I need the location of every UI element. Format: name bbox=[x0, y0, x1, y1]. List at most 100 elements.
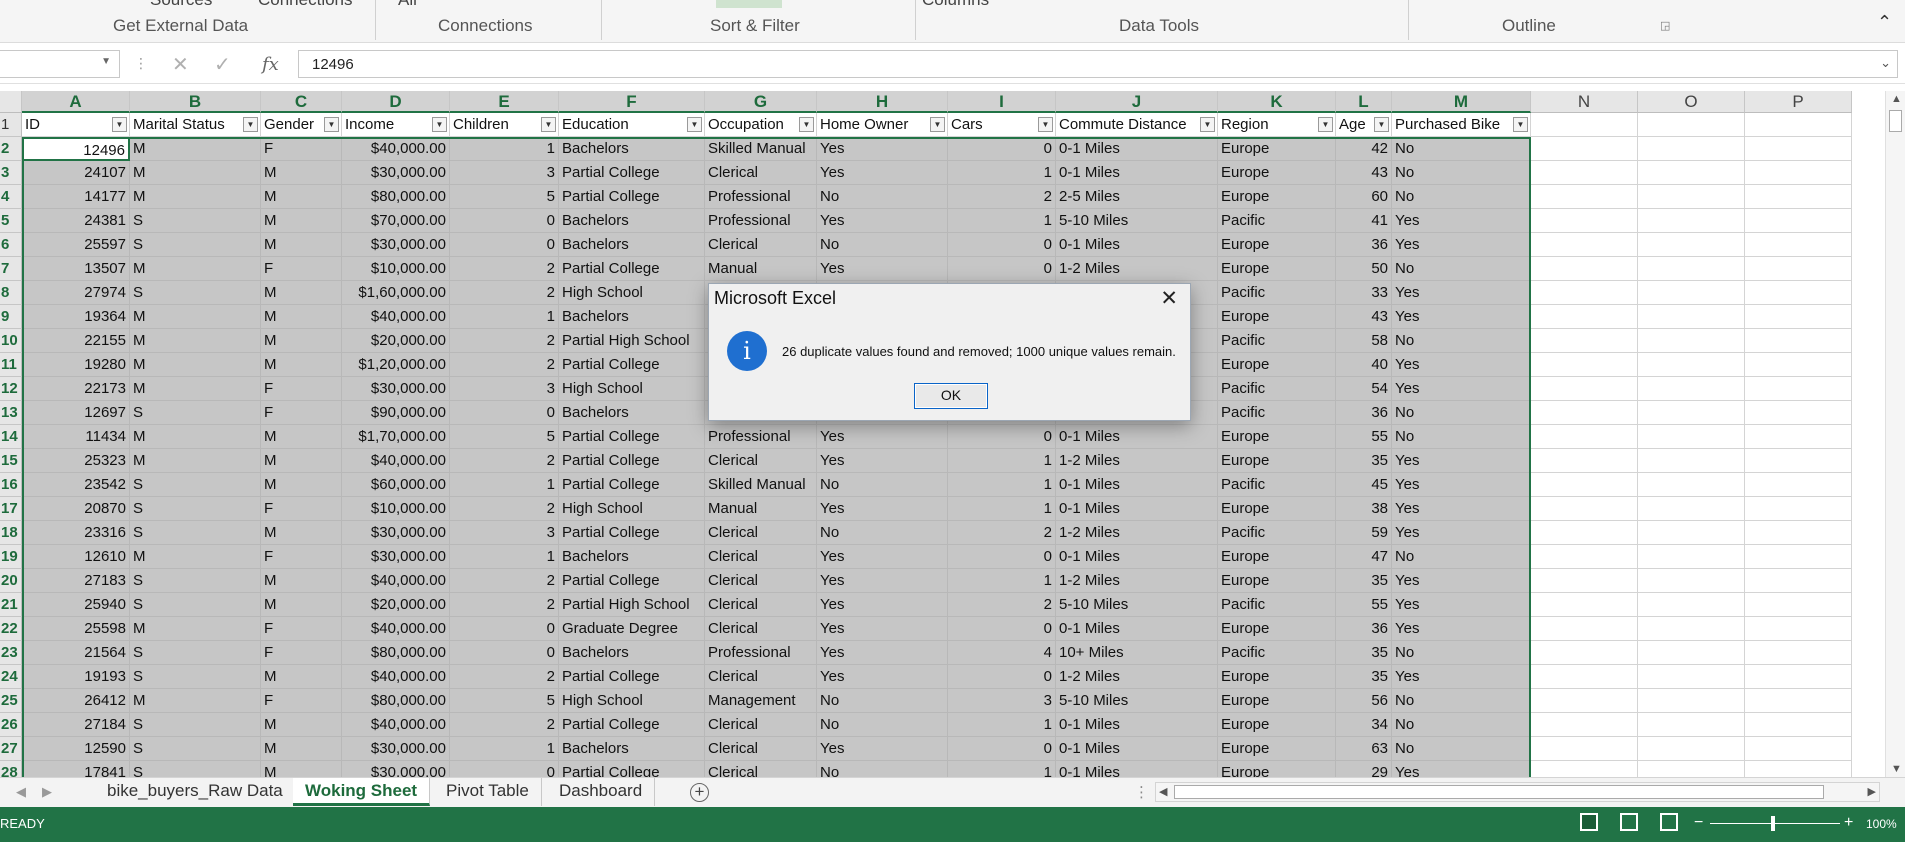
cell[interactable]: 40 bbox=[1336, 353, 1392, 377]
column-header-g[interactable]: G bbox=[705, 91, 817, 113]
cell[interactable]: Europe bbox=[1218, 665, 1336, 689]
filter-dropdown-icon[interactable]: ▼ bbox=[112, 117, 127, 132]
sheet-tab-woking-sheet[interactable]: Woking Sheet bbox=[293, 778, 431, 806]
cell[interactable]: High School bbox=[559, 377, 705, 401]
cell[interactable]: Yes bbox=[1392, 281, 1531, 305]
cell[interactable]: $1,70,000.00 bbox=[342, 425, 450, 449]
row-header[interactable]: 23 bbox=[0, 641, 22, 665]
cell[interactable] bbox=[1745, 617, 1852, 641]
cell[interactable]: No bbox=[1392, 137, 1531, 161]
cell[interactable]: M bbox=[261, 665, 342, 689]
cell[interactable]: M bbox=[130, 329, 261, 353]
cell[interactable]: F bbox=[261, 641, 342, 665]
cell[interactable]: 0 bbox=[948, 257, 1056, 281]
row-header[interactable]: 20 bbox=[0, 569, 22, 593]
row-header[interactable]: 22 bbox=[0, 617, 22, 641]
cell[interactable]: Europe bbox=[1218, 161, 1336, 185]
cell[interactable] bbox=[1531, 593, 1638, 617]
header-cell[interactable]: Commute Distance ▼ bbox=[1056, 113, 1218, 137]
filter-dropdown-icon[interactable]: ▼ bbox=[432, 117, 447, 132]
cell[interactable]: 3 bbox=[450, 161, 559, 185]
cell[interactable]: Yes bbox=[817, 545, 948, 569]
cell[interactable]: Yes bbox=[817, 137, 948, 161]
cell[interactable]: No bbox=[1392, 257, 1531, 281]
cell[interactable]: 5 bbox=[450, 185, 559, 209]
cell[interactable]: Clerical bbox=[705, 545, 817, 569]
row-header[interactable]: 11 bbox=[0, 353, 22, 377]
zoom-slider-knob[interactable] bbox=[1771, 816, 1775, 831]
cell[interactable]: Yes bbox=[1392, 617, 1531, 641]
close-icon[interactable]: ✕ bbox=[1160, 286, 1178, 311]
cell[interactable]: No bbox=[817, 521, 948, 545]
cell[interactable] bbox=[1638, 737, 1745, 761]
cell[interactable] bbox=[1638, 233, 1745, 257]
row-header[interactable]: 19 bbox=[0, 545, 22, 569]
cell[interactable]: 19193 bbox=[22, 665, 130, 689]
row-header[interactable]: 7 bbox=[0, 257, 22, 281]
cell[interactable]: Yes bbox=[817, 569, 948, 593]
cell[interactable]: M bbox=[130, 545, 261, 569]
cell[interactable]: Skilled Manual bbox=[705, 473, 817, 497]
cell[interactable]: Management bbox=[705, 689, 817, 713]
cell[interactable] bbox=[1745, 305, 1852, 329]
cell[interactable]: $30,000.00 bbox=[342, 233, 450, 257]
cell[interactable] bbox=[1531, 281, 1638, 305]
vertical-scrollbar[interactable]: ▲ ▼ bbox=[1885, 91, 1905, 777]
cell[interactable]: $70,000.00 bbox=[342, 209, 450, 233]
cell[interactable]: 0 bbox=[450, 401, 559, 425]
cell[interactable]: M bbox=[261, 569, 342, 593]
cell[interactable]: S bbox=[130, 473, 261, 497]
cell[interactable]: Clerical bbox=[705, 569, 817, 593]
cell[interactable]: No bbox=[1392, 401, 1531, 425]
row-header[interactable]: 25 bbox=[0, 689, 22, 713]
cell[interactable]: S bbox=[130, 281, 261, 305]
cell[interactable]: 1 bbox=[948, 569, 1056, 593]
hscroll-thumb[interactable] bbox=[1174, 785, 1824, 799]
cell[interactable]: 43 bbox=[1336, 305, 1392, 329]
cell[interactable]: M bbox=[261, 209, 342, 233]
cell[interactable]: 2 bbox=[450, 257, 559, 281]
cell[interactable]: M bbox=[130, 617, 261, 641]
collapse-ribbon-icon[interactable]: ⌃ bbox=[1877, 12, 1892, 33]
cell[interactable]: $40,000.00 bbox=[342, 713, 450, 737]
cell[interactable]: Professional bbox=[705, 641, 817, 665]
cell[interactable]: S bbox=[130, 569, 261, 593]
cell[interactable]: 3 bbox=[450, 377, 559, 401]
cell[interactable] bbox=[1531, 497, 1638, 521]
cell[interactable]: 27183 bbox=[22, 569, 130, 593]
header-cell[interactable]: Age ▼ bbox=[1336, 113, 1392, 137]
cell[interactable]: 14177 bbox=[22, 185, 130, 209]
cell[interactable] bbox=[1745, 281, 1852, 305]
page-layout-view-icon[interactable] bbox=[1620, 813, 1638, 831]
cell[interactable]: 10+ Miles bbox=[1056, 641, 1218, 665]
cell[interactable] bbox=[1638, 377, 1745, 401]
cell[interactable] bbox=[1638, 713, 1745, 737]
cell[interactable]: M bbox=[261, 713, 342, 737]
cell[interactable]: Yes bbox=[1392, 665, 1531, 689]
cell[interactable]: 0-1 Miles bbox=[1056, 497, 1218, 521]
cell[interactable]: Europe bbox=[1218, 257, 1336, 281]
column-header-a[interactable]: A bbox=[22, 91, 130, 113]
row-header[interactable]: 21 bbox=[0, 593, 22, 617]
cell[interactable] bbox=[1638, 401, 1745, 425]
cell[interactable]: 56 bbox=[1336, 689, 1392, 713]
cell[interactable]: 0 bbox=[948, 737, 1056, 761]
cell[interactable]: $90,000.00 bbox=[342, 401, 450, 425]
cell[interactable]: Yes bbox=[1392, 569, 1531, 593]
cell[interactable]: 1 bbox=[450, 473, 559, 497]
header-cell[interactable]: Purchased Bike ▼ bbox=[1392, 113, 1531, 137]
cell[interactable]: Pacific bbox=[1218, 209, 1336, 233]
cell[interactable]: 58 bbox=[1336, 329, 1392, 353]
cell[interactable]: Partial College bbox=[559, 473, 705, 497]
cell[interactable]: 2 bbox=[450, 713, 559, 737]
cell[interactable]: 22155 bbox=[22, 329, 130, 353]
cell[interactable]: Partial College bbox=[559, 425, 705, 449]
cell[interactable]: No bbox=[817, 473, 948, 497]
cell[interactable]: 23542 bbox=[22, 473, 130, 497]
cell[interactable]: M bbox=[130, 185, 261, 209]
cell[interactable]: 25598 bbox=[22, 617, 130, 641]
select-all-corner[interactable] bbox=[0, 91, 22, 113]
cell[interactable]: S bbox=[130, 209, 261, 233]
cell[interactable]: $30,000.00 bbox=[342, 737, 450, 761]
cell[interactable]: 60 bbox=[1336, 185, 1392, 209]
